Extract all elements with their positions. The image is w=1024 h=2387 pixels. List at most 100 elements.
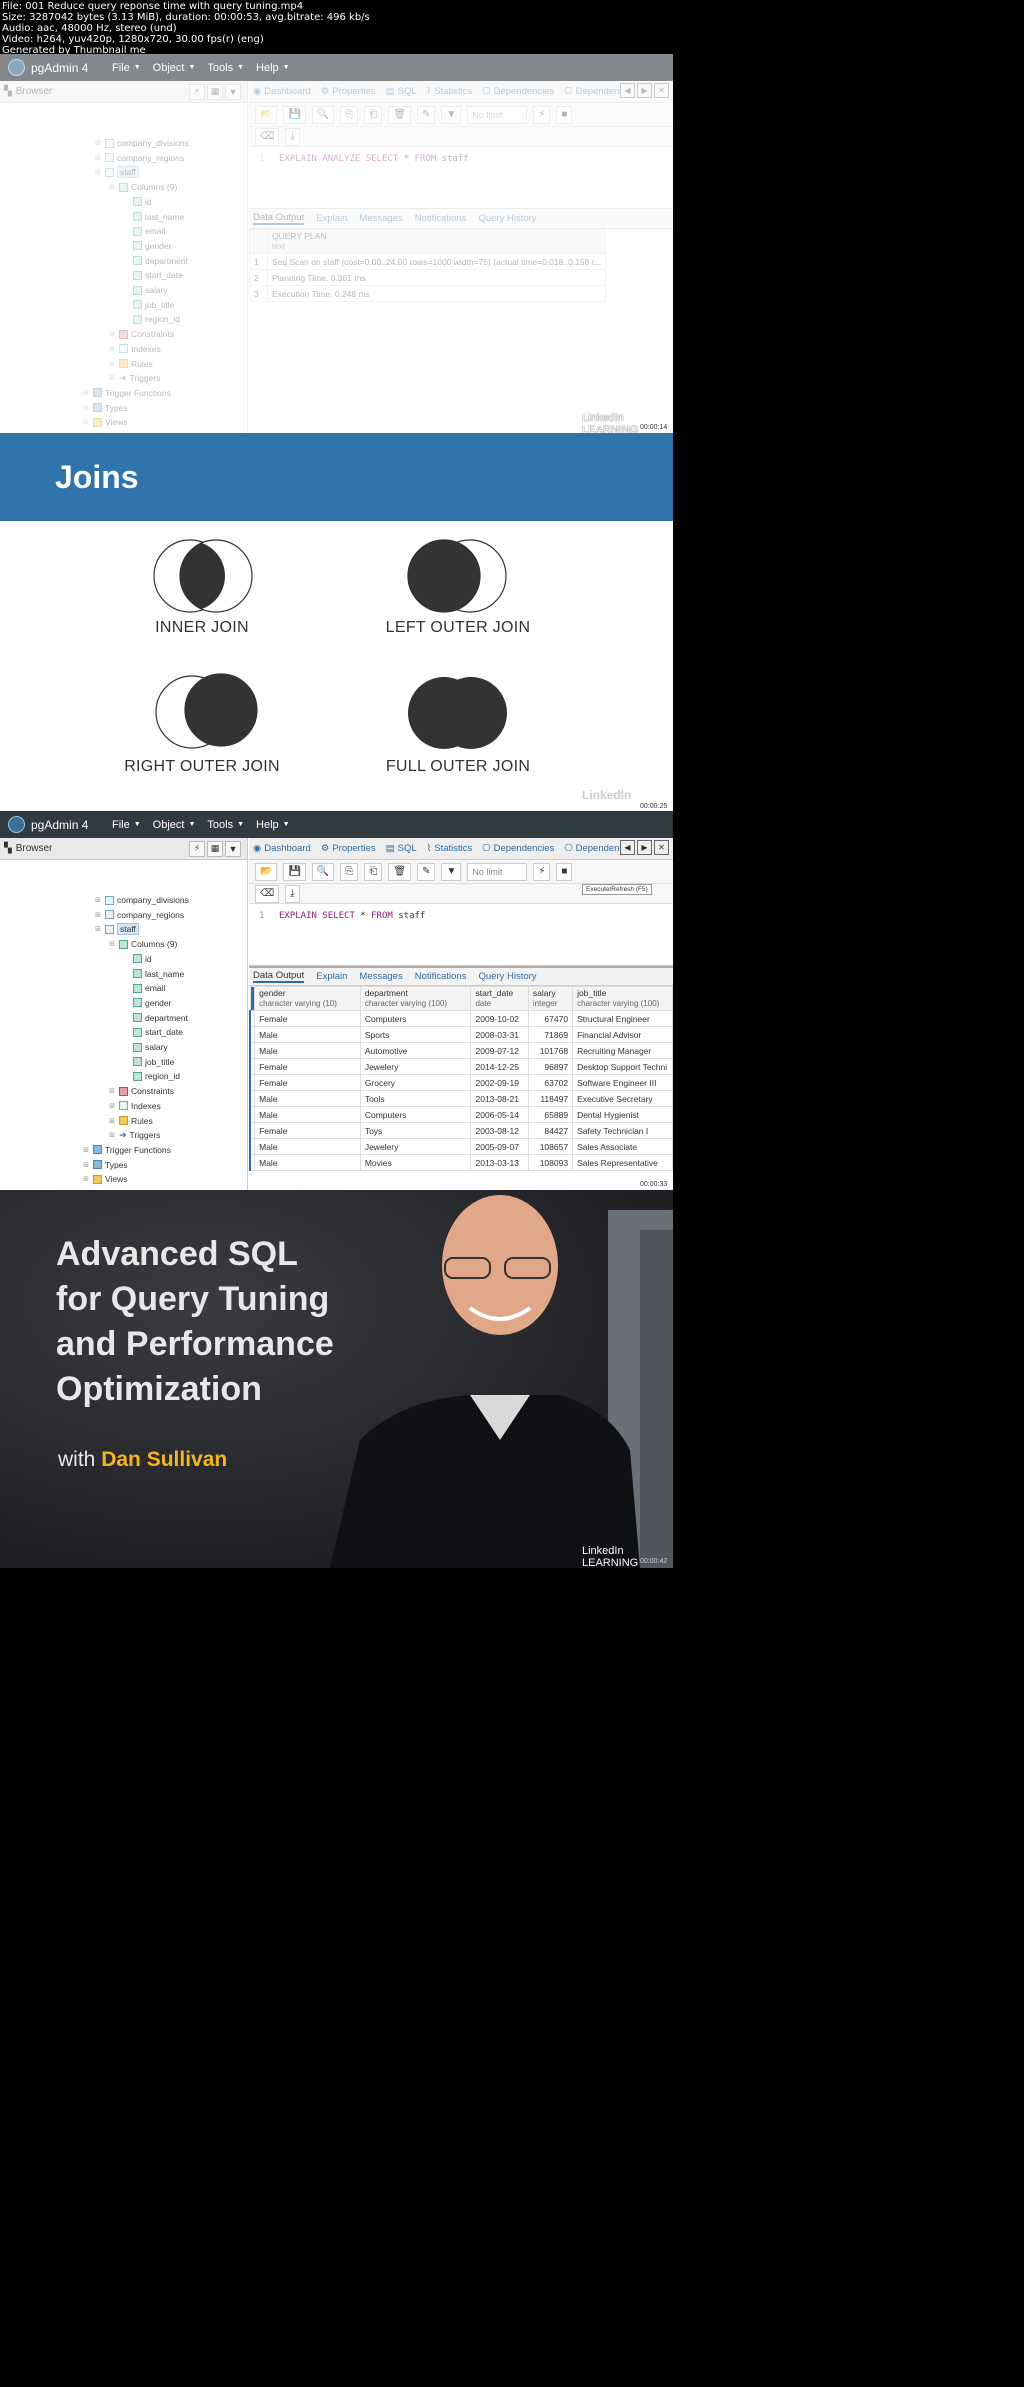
filter-button[interactable]: ▼ <box>441 105 462 124</box>
tree-item[interactable]: ⊞ Views <box>82 1172 127 1186</box>
tree-item[interactable]: gender <box>122 239 171 253</box>
table-row[interactable]: Male Automotive 2009-07-12 101768 Recruiting… <box>249 1042 673 1059</box>
table-cell[interactable]: Movies <box>359 1154 472 1171</box>
tree-item[interactable]: email <box>122 981 165 995</box>
table-cell[interactable]: Tools <box>359 1090 472 1107</box>
table-cell[interactable]: Software Engineer III <box>572 1074 673 1091</box>
expand-icon[interactable]: ⊞ <box>108 345 116 353</box>
tree-item[interactable]: ⊞ ➜ Triggers <box>108 1128 160 1142</box>
menu-object[interactable]: Object ▼ <box>153 62 196 74</box>
copy-button[interactable]: ⎘ <box>340 862 359 881</box>
expand-icon[interactable]: ⊞ <box>82 1161 90 1169</box>
table-row[interactable]: Male Computers 2006-05-14 65889 Dental Hygie… <box>249 1106 673 1123</box>
save-button[interactable]: 💾 <box>283 105 306 124</box>
table-cell[interactable]: 2013-03-13 <box>470 1154 529 1171</box>
table-cell[interactable]: Automotive <box>359 1042 472 1059</box>
eraser-button[interactable]: ⌫ <box>255 127 280 146</box>
tree-item[interactable]: ⊞ company_divisions <box>94 893 189 907</box>
tab-explain[interactable]: Explain <box>316 971 347 982</box>
sql-editor[interactable]: 1 EXPLAIN SELECT * FROM staff <box>249 904 673 966</box>
tree-item[interactable]: ⊞ company_regions <box>94 151 184 165</box>
tree-item[interactable]: ⊞ Types <box>82 1158 128 1172</box>
lightning-icon[interactable]: ⚡ <box>189 83 205 100</box>
table-row[interactable]: Male Tools 2013-08-21 118497 Executive Secre… <box>249 1090 673 1107</box>
expand-icon[interactable]: ⊞ <box>82 404 90 412</box>
tree-item[interactable]: ⊞ Columns (9) <box>108 180 177 194</box>
tab-notifications[interactable]: Notifications <box>415 213 467 224</box>
close-icon[interactable]: ✕ <box>654 840 669 855</box>
table-cell[interactable]: Male <box>254 1026 361 1043</box>
table-cell[interactable]: 71869 <box>527 1026 574 1043</box>
tab-sql[interactable]: ▤ SQL <box>386 86 417 97</box>
tree-item[interactable]: last_name <box>122 210 184 224</box>
tree-item[interactable]: region_id <box>122 312 180 326</box>
table-cell[interactable]: Female <box>254 1074 361 1091</box>
menu-tools[interactable]: Tools ▼ <box>207 819 244 831</box>
tab-dashboard[interactable]: ◉ Dashboard <box>253 843 311 854</box>
expand-icon[interactable]: ⊞ <box>94 911 102 919</box>
table-cell[interactable]: Toys <box>359 1122 472 1139</box>
table-cell[interactable]: Female <box>254 1122 361 1139</box>
table-cell[interactable]: Sports <box>359 1026 472 1043</box>
table-cell[interactable]: 118497 <box>527 1090 574 1107</box>
menu-help[interactable]: Help ▼ <box>256 62 290 74</box>
eraser-button[interactable]: ⌫ <box>255 884 280 903</box>
stop-button[interactable]: ■ <box>556 862 573 881</box>
menu-file[interactable]: File ▼ <box>112 819 141 831</box>
copy-button[interactable]: ⎘ <box>340 105 359 124</box>
tree-item[interactable]: ⊞ Rules <box>108 357 153 371</box>
expand-icon[interactable]: ⊞ <box>82 418 90 426</box>
tab-dependents[interactable]: ⎔ Dependents <box>564 843 627 854</box>
tree-item[interactable]: ⊞ staff <box>94 165 139 179</box>
tree-item[interactable]: ⊞ Trigger Functions <box>82 1143 171 1157</box>
close-icon[interactable]: ✕ <box>654 83 669 98</box>
tab-data-output[interactable]: Data Output <box>253 970 305 983</box>
table-cell[interactable]: 2013-08-21 <box>470 1090 529 1107</box>
table-cell[interactable]: Female <box>254 1058 361 1075</box>
tree-item[interactable]: ⊞ company_regions <box>94 908 184 922</box>
column-header-job-title[interactable]: job_title character varying (100) <box>572 986 673 1011</box>
tree-item[interactable]: ⊞ ➜ Triggers <box>108 371 160 385</box>
filter-button[interactable]: ▼ <box>441 862 462 881</box>
tree-item[interactable]: job_title <box>122 1055 174 1069</box>
tree-item[interactable]: department <box>122 1011 188 1025</box>
sql-editor[interactable]: 1 EXPLAIN ANALYZE SELECT * FROM staff <box>249 147 673 209</box>
tree-item[interactable]: ⊞ Constraints <box>108 1084 174 1098</box>
table-cell[interactable]: 108657 <box>527 1138 574 1155</box>
table-cell[interactable]: 2002-09-19 <box>470 1074 529 1091</box>
tab-properties[interactable]: ⚙ Properties <box>321 86 376 97</box>
table-row[interactable]: Male Sports 2008-03-31 71869 Financial Advis… <box>249 1026 673 1043</box>
table-cell[interactable]: Jewelery <box>359 1138 472 1155</box>
grid-icon[interactable]: ▦ <box>207 83 223 100</box>
table-cell[interactable]: Recruiting Manager <box>572 1042 673 1059</box>
table-cell[interactable]: 2009-10-02 <box>470 1010 529 1027</box>
plan-cell[interactable]: Planning Time: 0.361 ms <box>266 269 607 286</box>
tab-messages[interactable]: Messages <box>359 213 402 224</box>
table-row[interactable]: 1 Seq Scan on staff (cost=0.00..24.00 row… <box>249 253 607 270</box>
paste-button[interactable]: ⎗ <box>364 105 383 124</box>
tab-properties[interactable]: ⚙ Properties <box>321 843 376 854</box>
expand-icon[interactable]: ⊞ <box>108 1087 116 1095</box>
tree-item[interactable]: salary <box>122 1040 168 1054</box>
table-cell[interactable]: 65889 <box>527 1106 574 1123</box>
back-icon[interactable]: ◀ <box>620 840 635 855</box>
table-cell[interactable]: 63702 <box>527 1074 574 1091</box>
expand-icon[interactable]: ⊞ <box>108 940 116 948</box>
table-row[interactable]: 3 Execution Time: 0.248 ms <box>249 285 607 302</box>
tree-item[interactable]: ⊞ Types <box>82 401 128 415</box>
expand-icon[interactable]: ⊞ <box>108 1102 116 1110</box>
expand-icon[interactable]: ⊞ <box>108 1117 116 1125</box>
open-file-button[interactable]: 📂 <box>255 105 278 124</box>
column-header-gender[interactable]: gender character varying (10) <box>254 986 361 1011</box>
open-file-button[interactable]: 📂 <box>255 862 278 881</box>
save-button[interactable]: 💾 <box>283 862 306 881</box>
column-header-start-date[interactable]: start_date date <box>470 986 529 1011</box>
execute-button[interactable]: ⚡ <box>533 105 551 124</box>
tree-item[interactable]: ⊞ Views <box>82 415 127 429</box>
lightning-icon[interactable]: ⚡ <box>189 840 205 857</box>
tab-statistics[interactable]: ⌇ Statistics <box>427 86 473 97</box>
tab-dependencies[interactable]: ⎔ Dependencies <box>482 86 554 97</box>
expand-icon[interactable]: ⊞ <box>82 1175 90 1183</box>
tree-item[interactable]: ⊞ Indexes <box>108 342 161 356</box>
table-cell[interactable]: 67470 <box>527 1010 574 1027</box>
